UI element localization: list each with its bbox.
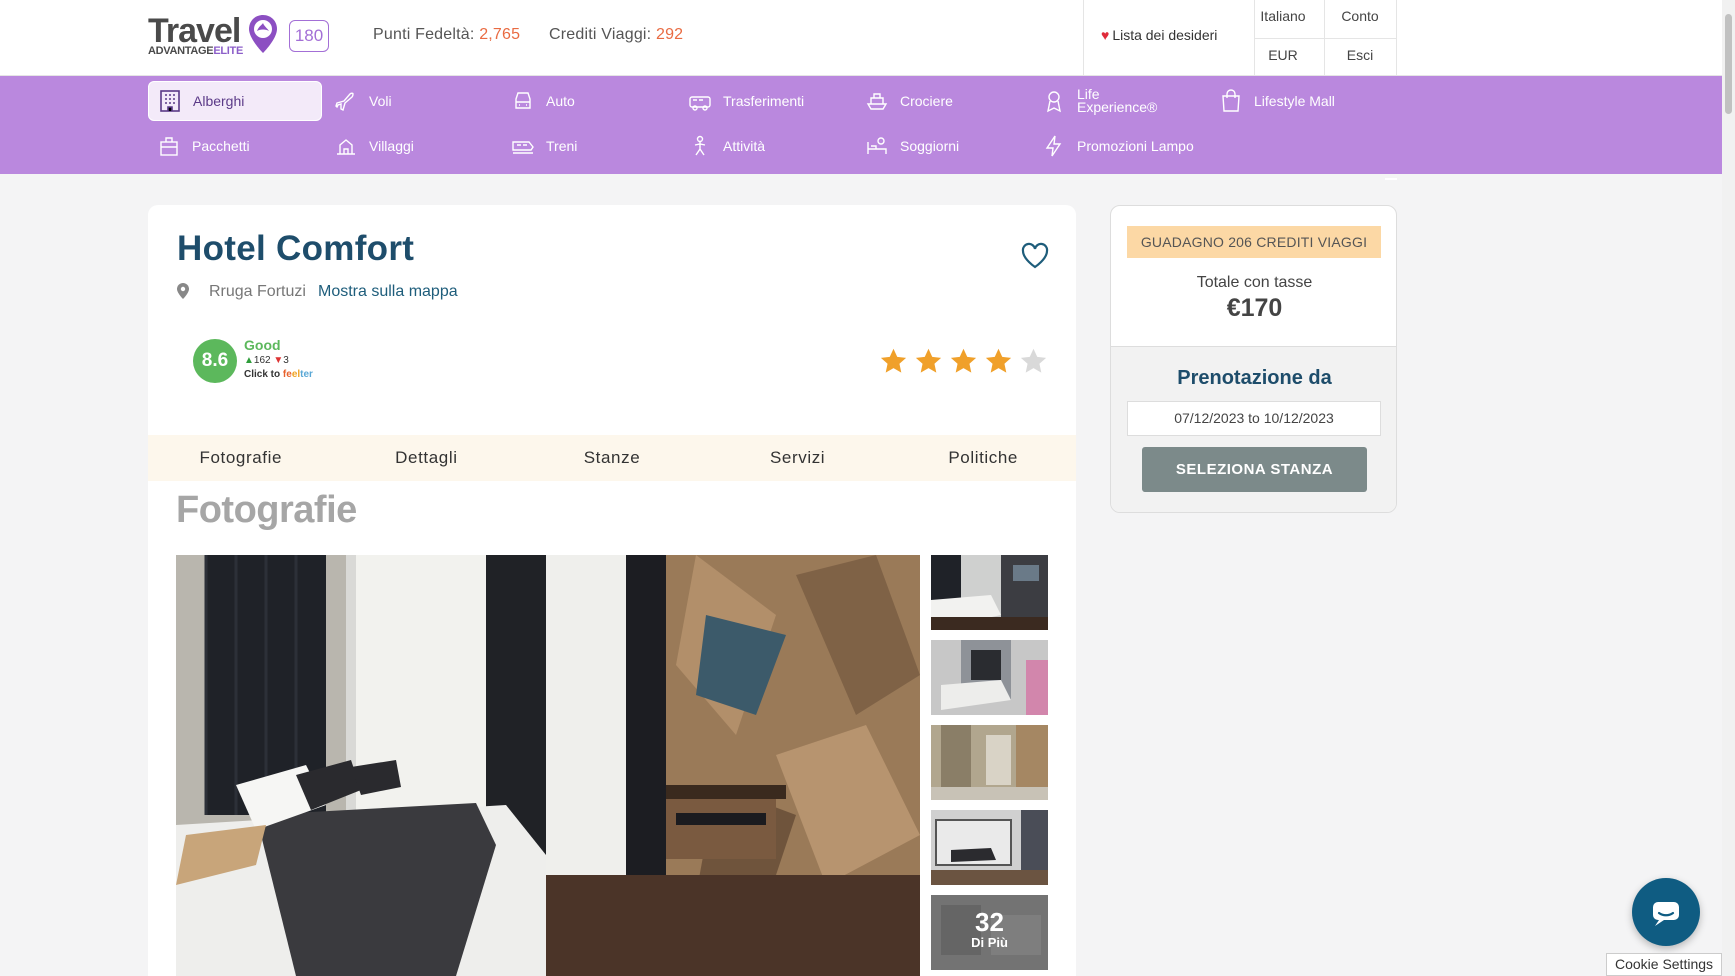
logo-subtext: ADVANTAGEELITE <box>148 45 244 57</box>
cruise-icon <box>864 88 890 114</box>
account-link[interactable]: Conto <box>1325 8 1395 24</box>
total-label: Totale con tasse <box>1196 274 1313 291</box>
header-divider <box>1396 0 1397 76</box>
booking-from-label: Prenotazione da <box>1177 367 1332 389</box>
select-room-button[interactable]: SELEZIONA STANZA <box>1142 447 1367 492</box>
star-filled-icon <box>880 348 907 373</box>
page-scrollbar[interactable] <box>1722 0 1735 976</box>
star-filled-icon <box>950 348 977 373</box>
photo-thumbnail[interactable] <box>931 555 1048 630</box>
experience-icon <box>1041 88 1067 114</box>
hotel-address: Rruga Fortuzi <box>209 283 306 300</box>
tab-politiche[interactable]: Politiche <box>890 435 1076 481</box>
earn-credits-banner: GUADAGNO 206 CREDITI VIAGGI <box>1127 226 1381 258</box>
package-icon <box>156 133 182 159</box>
more-photos-label: Di Più <box>971 935 1008 950</box>
nav-item-promozioni-lampo[interactable]: Promozioni Lampo <box>1033 126 1207 166</box>
nav-item-auto[interactable]: Auto <box>502 81 676 121</box>
level-badge: 180 <box>289 20 329 52</box>
photo-thumbnail-more[interactable]: 32 Di Più <box>931 895 1048 970</box>
wishlist-link[interactable]: ♥ Lista dei desideri <box>1101 27 1217 43</box>
logo-text: Travel <box>148 12 241 50</box>
logout-link[interactable]: Esci <box>1325 47 1395 63</box>
star-empty-icon <box>1020 348 1047 373</box>
activity-icon <box>687 133 713 159</box>
top-header: Travel ADVANTAGEELITE 180 Punti Fedeltà:… <box>0 0 1722 76</box>
tab-fotografie[interactable]: Fotografie <box>148 435 334 481</box>
star-filled-icon <box>915 348 942 373</box>
hotel-tabs: Fotografie Dettagli Stanze Servizi Polit… <box>148 435 1076 481</box>
tab-dettagli[interactable]: Dettagli <box>334 435 520 481</box>
lightning-icon <box>1041 133 1067 159</box>
nav-item-trasferimenti[interactable]: Trasferimenti <box>679 81 853 121</box>
resort-icon <box>333 133 359 159</box>
chat-button[interactable] <box>1632 878 1700 946</box>
star-rating <box>879 347 1048 377</box>
nav-item-attivita[interactable]: Attività <box>679 126 853 166</box>
booking-summary: GUADAGNO 206 CREDITI VIAGGI Totale con t… <box>1110 205 1397 513</box>
nav-item-treni[interactable]: Treni <box>502 126 676 166</box>
show-on-map-link[interactable]: Mostra sulla mappa <box>318 283 458 301</box>
logo-pin-icon <box>249 15 277 53</box>
photos-section-title: Fotografie <box>176 489 357 531</box>
date-range-field[interactable]: 07/12/2023 to 10/12/2023 <box>1127 401 1381 436</box>
nav-item-voli[interactable]: Voli <box>325 81 499 121</box>
train-icon <box>510 133 536 159</box>
plane-icon <box>333 88 359 114</box>
feelter-link[interactable]: Click to feelter <box>244 369 313 380</box>
favorite-heart-icon[interactable] <box>1020 241 1050 271</box>
header-divider <box>1254 38 1396 39</box>
main-photo[interactable] <box>176 555 920 976</box>
nav-item-lifestyle-mall[interactable]: Lifestyle Mall <box>1210 81 1384 121</box>
shopping-bag-icon <box>1218 88 1244 114</box>
header-divider <box>1083 0 1084 76</box>
stay-icon <box>864 133 890 159</box>
nav-item-crociere[interactable]: Crociere <box>856 81 1030 121</box>
thumb-down-icon: ▼ <box>273 355 284 366</box>
photo-thumbnail[interactable] <box>931 725 1048 800</box>
travel-credits: Crediti Viaggi: 292 <box>549 26 684 43</box>
hotel-card: Hotel Comfort Rruga Fortuzi Mostra sulla… <box>148 205 1076 976</box>
more-photos-count: 32 <box>975 907 1004 937</box>
nav-item-villaggi[interactable]: Villaggi <box>325 126 499 166</box>
category-nav: Alberghi Voli Auto Trasferimenti Crocier… <box>0 76 1722 180</box>
review-score[interactable]: 8.6 <box>193 339 237 383</box>
nav-item-pacchetti[interactable]: Pacchetti <box>148 126 322 166</box>
scrollbar-thumb[interactable] <box>1725 14 1732 114</box>
total-price: €170 <box>1226 294 1283 322</box>
star-filled-icon <box>985 348 1012 373</box>
photo-thumbnail[interactable] <box>931 810 1048 885</box>
nav-item-life-experience[interactable]: Life Experience® <box>1033 81 1207 121</box>
hotel-name: Hotel Comfort <box>177 229 415 268</box>
hotel-icon <box>157 88 183 114</box>
more-photos-overlay: 32 Di Più <box>931 895 1048 970</box>
tab-servizi[interactable]: Servizi <box>705 435 891 481</box>
booking-panel: Prenotazione da 07/12/2023 to 10/12/2023… <box>1111 346 1396 512</box>
cookie-settings-button[interactable]: Cookie Settings <box>1606 953 1722 976</box>
currency-selector[interactable]: EUR <box>1248 47 1318 63</box>
nav-item-soggiorni[interactable]: Soggiorni <box>856 126 1030 166</box>
language-selector[interactable]: Italiano <box>1248 8 1318 24</box>
photo-thumbnail[interactable] <box>931 640 1048 715</box>
chat-icon <box>1653 902 1679 926</box>
logo[interactable]: Travel ADVANTAGEELITE <box>148 14 278 58</box>
review-score-label: Good <box>244 337 281 353</box>
loyalty-points: Punti Fedeltà: 2,765 <box>373 26 521 43</box>
collapse-nav-button[interactable] <box>1385 178 1397 180</box>
review-votes: ▲162 ▼3 <box>244 355 289 366</box>
location-pin-icon <box>177 283 189 299</box>
thumb-up-icon: ▲ <box>244 355 254 366</box>
transfer-icon <box>687 88 713 114</box>
car-icon <box>510 88 536 114</box>
nav-item-alberghi[interactable]: Alberghi <box>148 81 322 121</box>
heart-icon: ♥ <box>1101 27 1110 43</box>
tab-stanze[interactable]: Stanze <box>519 435 705 481</box>
